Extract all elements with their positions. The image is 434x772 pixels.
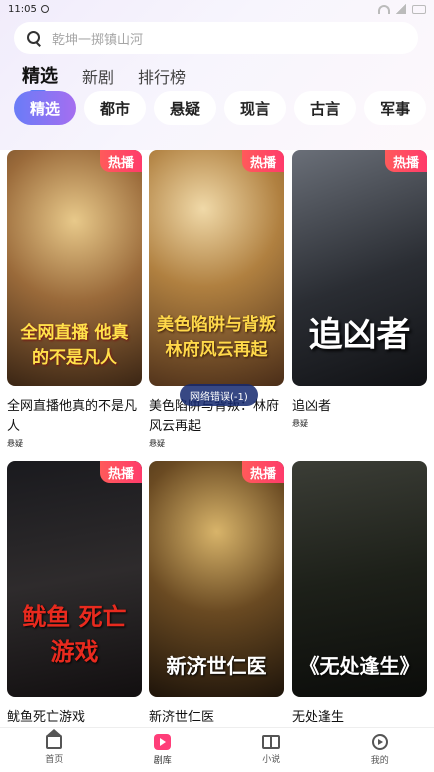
poster-title: 新济世仁医 [166,654,267,678]
card-title[interactable]: 新济世仁医 [149,708,284,728]
drama-poster[interactable]: 全网直播 他真的不是凡人 热播 [7,150,142,386]
nav-label: 我的 [370,756,389,766]
chip-featured[interactable]: 精选 [14,91,77,125]
main-tabs: 精选 新剧 排行榜 [22,62,210,94]
category-chips: 精选 都市 悬疑 现言 古言 军事 [14,91,427,125]
poster-title: 美色陷阱与背叛 林府风云再起 [157,315,276,360]
wifi-icon [378,4,390,14]
drama-poster[interactable]: 新济世仁医 热播 [149,461,284,697]
search-placeholder: 乾坤一掷镇山河 [52,32,144,48]
chip-modern-romance[interactable]: 现言 [224,91,287,125]
home-icon [46,729,63,749]
nav-home[interactable]: 首页 [0,728,109,772]
card-genre: 悬疑 [7,439,23,448]
search-icon [26,30,42,46]
signal-icon [396,4,406,14]
network-error-toast: 网络错误(-1) [180,384,258,406]
hot-badge: 热播 [384,150,427,172]
status-bar: 11:05 [0,0,434,18]
chip-urban[interactable]: 都市 [84,91,147,125]
tab-ranking[interactable]: 排行榜 [138,64,186,88]
card-title[interactable]: 鱿鱼死亡游戏 [7,708,142,728]
drama-card[interactable]: 《无处逢生》 无处逢生 [292,461,427,728]
drama-card[interactable]: 鱿鱼 死亡游戏 热播 鱿鱼死亡游戏 [7,461,142,728]
drama-icon [154,734,172,750]
tab-new-drama[interactable]: 新剧 [82,64,114,88]
nav-label: 剧库 [153,756,172,766]
drama-poster[interactable]: 美色陷阱与背叛 林府风云再起 热播 [149,150,284,386]
drama-poster[interactable]: 追凶者 热播 [292,150,427,386]
drama-poster[interactable]: 鱿鱼 死亡游戏 热播 [7,461,142,697]
drama-card[interactable]: 新济世仁医 热播 新济世仁医 [149,461,284,728]
poster-title: 《无处逢生》 [299,654,420,678]
status-indicators [378,4,426,14]
hot-badge: 热播 [99,461,142,483]
card-genre: 悬疑 [149,439,165,448]
book-icon [262,735,281,749]
status-time: 11:05 [8,3,37,15]
search-input[interactable]: 乾坤一掷镇山河 [14,22,418,54]
chip-suspense[interactable]: 悬疑 [154,91,217,125]
poster-title: 鱿鱼 死亡游戏 [22,602,127,666]
chip-military[interactable]: 军事 [364,91,427,125]
drama-card[interactable]: 全网直播 他真的不是凡人 热播 全网直播他真的不是凡人 悬疑 [7,150,142,449]
poster-title: 追凶者 [308,315,411,355]
poster-title: 全网直播 他真的不是凡人 [20,323,129,368]
hot-badge: 热播 [241,461,284,483]
chip-ancient-romance[interactable]: 古言 [294,91,357,125]
notification-icon [40,5,49,13]
nav-novel[interactable]: 小说 [217,728,326,772]
drama-poster[interactable]: 《无处逢生》 [292,461,427,697]
nav-label: 小说 [262,755,281,765]
card-title[interactable]: 全网直播他真的不是凡人 [7,397,142,437]
bottom-nav: 首页 剧库 小说 我的 [0,727,434,772]
drama-card[interactable]: 追凶者 热播 追凶者 悬疑 [292,150,427,429]
hot-badge: 热播 [241,150,284,172]
nav-drama-library[interactable]: 剧库 [109,728,218,772]
card-title[interactable]: 追凶者 [292,397,427,417]
battery-icon [412,4,426,14]
tab-featured[interactable]: 精选 [22,62,58,94]
nav-label: 首页 [45,755,64,765]
card-genre: 悬疑 [292,419,308,428]
mine-icon [371,734,388,750]
nav-mine[interactable]: 我的 [326,728,434,772]
card-title[interactable]: 无处逢生 [292,708,427,728]
hot-badge: 热播 [99,150,142,172]
